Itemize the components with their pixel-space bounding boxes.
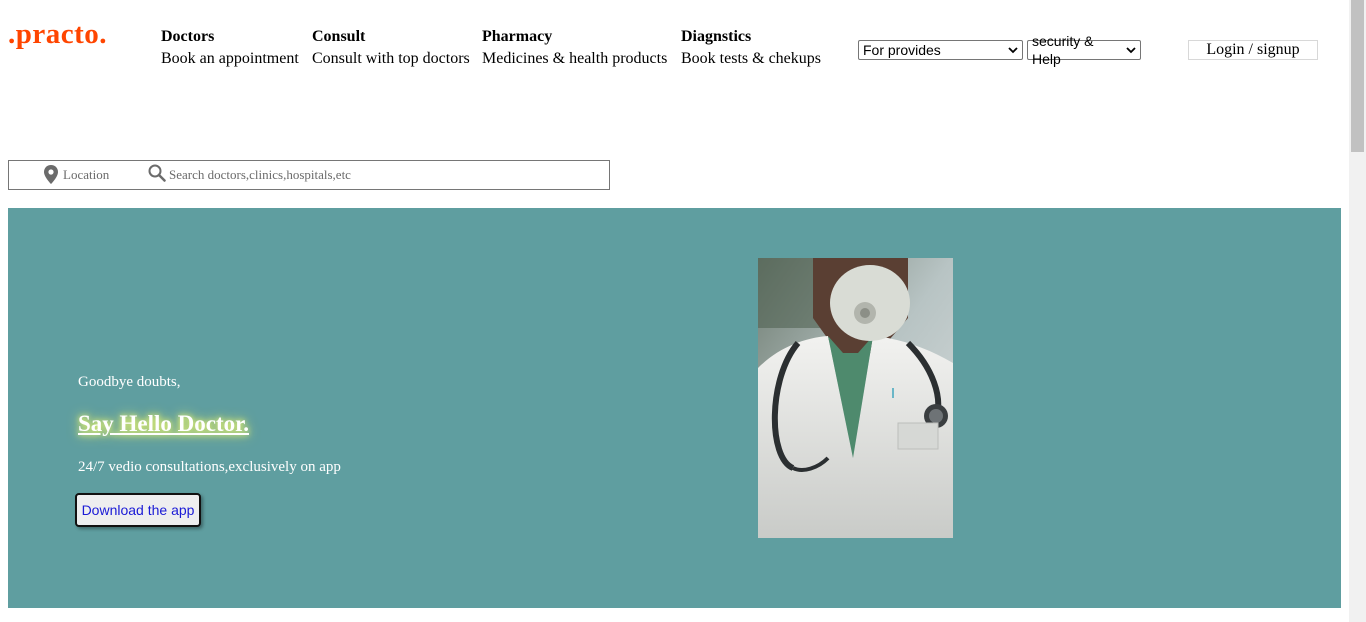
- nav-title: Pharmacy: [482, 28, 553, 45]
- nav-subtitle: Consult with top doctors: [312, 50, 470, 67]
- chevron-down-icon: [1008, 45, 1018, 55]
- page: .practo. Doctors Book an appointment Con…: [0, 0, 1366, 622]
- nav-title: Diagnstics: [681, 28, 752, 45]
- search-input[interactable]: Search doctors,clinics,hospitals,etc: [169, 167, 351, 183]
- providers-select-value: For provides: [863, 42, 941, 58]
- hero-heading: Say Hello Doctor.: [78, 411, 249, 436]
- login-signup-button[interactable]: Login / signup: [1188, 40, 1318, 60]
- doctor-image: [758, 258, 953, 538]
- search-bar: Location Search doctors,clinics,hospital…: [8, 160, 610, 190]
- nav-subtitle: Book an appointment: [161, 50, 299, 67]
- nav-item-diagnostics[interactable]: Diagnstics Book tests & chekups: [681, 27, 821, 71]
- nav-subtitle: Book tests & chekups: [681, 50, 821, 67]
- hero-subtitle: 24/7 vedio consultations,exclusively on …: [78, 459, 341, 475]
- security-select-value: security & Help: [1032, 33, 1094, 67]
- vertical-scrollbar[interactable]: [1349, 0, 1366, 622]
- nav-item-pharmacy[interactable]: Pharmacy Medicines & health products: [482, 27, 667, 71]
- security-help-select[interactable]: security & Help: [1027, 33, 1141, 67]
- nav-item-consult[interactable]: Consult Consult with top doctors: [312, 27, 470, 71]
- chevron-down-icon: [1126, 45, 1136, 55]
- nav-subtitle: Medicines & health products: [482, 50, 668, 67]
- location-input[interactable]: Location: [63, 167, 109, 183]
- nav-title: Doctors: [161, 28, 215, 45]
- nav-title: Consult: [312, 28, 366, 45]
- nav-item-doctors[interactable]: Doctors Book an appointment: [161, 27, 299, 71]
- location-pin-icon: [44, 165, 58, 188]
- providers-select[interactable]: For provides: [858, 40, 1023, 60]
- practo-logo[interactable]: .practo.: [8, 18, 107, 51]
- hero-greeting: Goodbye doubts,: [78, 374, 181, 390]
- hero-banner: Goodbye doubts, Say Hello Doctor. 24/7 v…: [8, 208, 1341, 608]
- download-app-button[interactable]: Download the app: [75, 493, 201, 527]
- scrollbar-thumb[interactable]: [1351, 0, 1364, 152]
- search-icon: [148, 164, 166, 186]
